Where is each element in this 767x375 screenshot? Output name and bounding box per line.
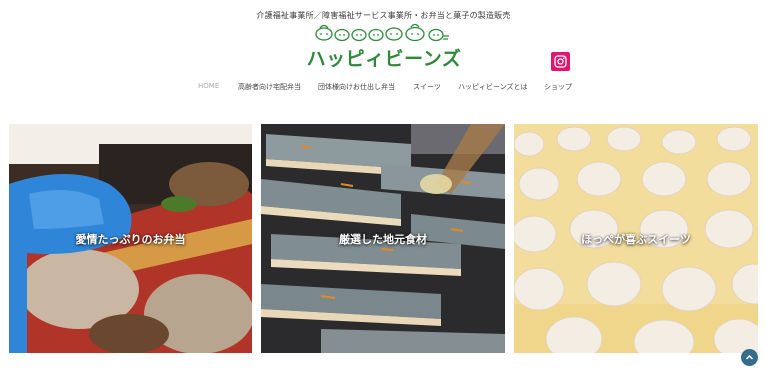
panel-local-ingredients[interactable]: 厳選した地元食材 [261, 124, 505, 353]
nav-home[interactable]: HOME [198, 82, 219, 90]
instagram-icon [554, 55, 567, 68]
bean-mascots-icon [315, 23, 449, 42]
instagram-link[interactable] [551, 52, 570, 71]
nav-shop[interactable]: ショップ [544, 82, 572, 92]
scroll-top-button[interactable] [741, 349, 758, 366]
nav-about[interactable]: ハッピィビーンズとは [458, 82, 528, 92]
nav-elderly-delivery-bento[interactable]: 高齢者向け宅配弁当 [238, 82, 301, 92]
logo-text: ハッピィビーンズ [306, 48, 462, 70]
chevron-up-icon [745, 354, 754, 360]
main-nav: HOME 高齢者向け宅配弁当 団体様向けお仕出し弁当 スイーツ ハッピィビーンズ… [0, 82, 767, 96]
nav-sweets[interactable]: スイーツ [413, 82, 441, 92]
panel-sweets-label: ほっぺが喜ぶスイーツ [581, 232, 691, 246]
panel-bento-label: 愛情たっぷりのお弁当 [75, 232, 186, 246]
site-tagline: 介護福祉事業所／障害福祉サービス事業所・お弁当と菓子の製造販売 [256, 11, 511, 20]
site-logo[interactable]: ハッピィビーンズ [298, 22, 470, 70]
panel-sweets[interactable]: ほっぺが喜ぶスイーツ [514, 124, 758, 353]
panel-local-ingredients-label: 厳選した地元食材 [339, 232, 427, 246]
panel-bento[interactable]: 愛情たっぷりのお弁当 [9, 124, 252, 353]
nav-group-catering-bento[interactable]: 団体様向けお仕出し弁当 [318, 82, 395, 92]
